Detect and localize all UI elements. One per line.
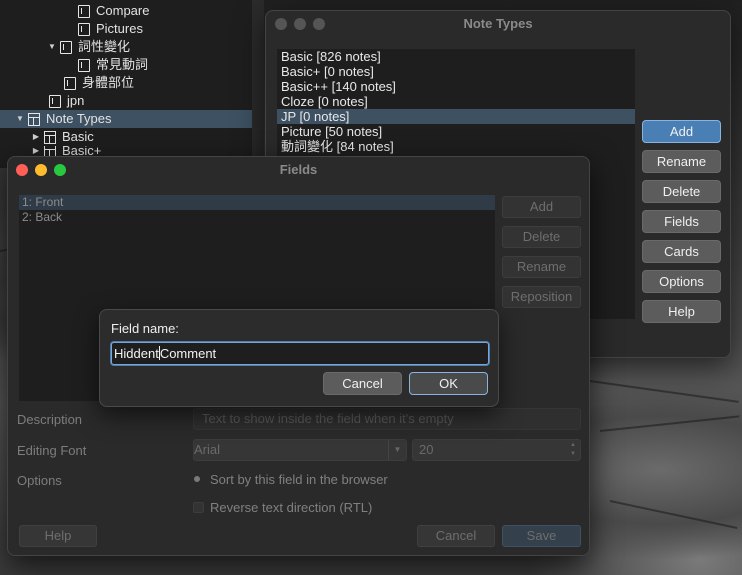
sort-field-label: Sort by this field in the browser (210, 472, 388, 487)
note-icon (78, 22, 90, 36)
help-button[interactable]: Help (642, 300, 721, 323)
tree-item-common-verbs[interactable]: 常見動詞 (78, 56, 148, 74)
collapse-triangle-icon[interactable]: ▼ (46, 38, 58, 56)
tree-item-label: 詞性變化 (78, 39, 131, 54)
font-select-value: Arial (194, 442, 221, 457)
window-title: Fields (279, 162, 318, 177)
ok-button[interactable]: OK (409, 372, 488, 395)
note-icon (64, 76, 76, 90)
options-label: Options (17, 473, 62, 488)
tree-item-basic-plus[interactable]: ▶ Basic+ (30, 146, 101, 156)
zoom-icon[interactable] (54, 164, 66, 176)
list-item[interactable]: Picture [50 notes] (277, 124, 635, 139)
list-item[interactable]: 2: Back (19, 210, 495, 225)
font-select[interactable]: Arial ▼ (193, 439, 407, 461)
field-name-input[interactable]: HiddentComment (111, 342, 489, 365)
tree-item-part-of-speech[interactable]: ▼ 詞性變化 (46, 38, 130, 56)
list-item-selected[interactable]: 1: Front (19, 195, 495, 210)
cancel-button[interactable]: Cancel (417, 525, 495, 547)
rename-button[interactable]: Rename (642, 150, 721, 173)
note-type-icon (28, 112, 40, 126)
help-button[interactable]: Help (19, 525, 97, 547)
save-button[interactable]: Save (502, 525, 581, 547)
tree-item-jpn[interactable]: jpn (49, 92, 84, 110)
list-item-selected[interactable]: JP [0 notes] (277, 109, 635, 124)
font-size-stepper[interactable]: 20 ▲ ▼ (412, 439, 581, 461)
delete-field-button[interactable]: Delete (502, 226, 581, 248)
minimize-icon[interactable] (35, 164, 47, 176)
list-item[interactable]: Cloze [0 notes] (277, 94, 635, 109)
list-item[interactable]: Basic+ [0 notes] (277, 64, 635, 79)
tree-item-pictures[interactable]: Pictures (78, 20, 143, 38)
reposition-field-button[interactable]: Reposition (502, 286, 581, 308)
tree-item-label: 身體部位 (82, 75, 135, 90)
tree-item-body-parts[interactable]: 身體部位 (64, 74, 134, 92)
rename-field-button[interactable]: Rename (502, 256, 581, 278)
stepper-arrows-icon: ▲ ▼ (570, 442, 576, 457)
minimize-icon[interactable] (294, 18, 306, 30)
note-icon (78, 58, 90, 72)
rtl-checkbox[interactable] (193, 502, 204, 513)
window-title: Note Types (463, 16, 533, 31)
chevron-down-icon: ▼ (388, 440, 406, 460)
rock-crack (599, 415, 740, 432)
browser-sidebar: Compare Pictures ▼ 詞性變化 常見動詞 身體部位 jpn ▼ … (0, 0, 264, 168)
tree-item-compare[interactable]: Compare (78, 2, 149, 20)
collapse-triangle-icon[interactable]: ▼ (14, 110, 26, 128)
list-item[interactable]: Basic++ [140 notes] (277, 79, 635, 94)
tree-item-label: Compare (96, 3, 150, 18)
cancel-button[interactable]: Cancel (323, 372, 402, 395)
cards-button[interactable]: Cards (642, 240, 721, 263)
rock-crack (609, 500, 738, 530)
tree-item-label: Basic+ (62, 146, 102, 156)
description-input[interactable]: Text to show inside the field when it's … (193, 408, 581, 430)
tree-item-basic[interactable]: ▶ Basic (30, 128, 94, 146)
note-icon (49, 94, 61, 108)
note-type-icon (44, 146, 56, 156)
zoom-icon[interactable] (313, 18, 325, 30)
close-icon[interactable] (275, 18, 287, 30)
options-button[interactable]: Options (642, 270, 721, 293)
delete-button[interactable]: Delete (642, 180, 721, 203)
tree-item-note-types[interactable]: ▼ Note Types (14, 110, 112, 128)
input-text-before-cursor: Hiddent (114, 346, 159, 361)
rtl-label: Reverse text direction (RTL) (210, 500, 373, 515)
font-size-value: 20 (419, 442, 434, 457)
list-item[interactable]: 動詞變化 [84 notes] (277, 139, 635, 154)
tree-item-label: Note Types (46, 111, 112, 126)
add-field-button[interactable]: Add (502, 196, 581, 218)
field-name-dialog: Field name: HiddentComment Cancel OK (99, 309, 499, 407)
sort-field-radio[interactable] (194, 476, 200, 482)
list-item[interactable]: Basic [826 notes] (277, 49, 635, 64)
close-icon[interactable] (16, 164, 28, 176)
description-label: Description (17, 412, 83, 427)
add-button[interactable]: Add (642, 120, 721, 143)
note-icon (78, 4, 90, 18)
note-icon (60, 40, 72, 54)
tree-item-label: jpn (67, 93, 85, 108)
expand-triangle-icon[interactable]: ▶ (30, 146, 42, 156)
scrollbar[interactable] (252, 0, 264, 168)
tree-item-label: 常見動詞 (96, 57, 149, 72)
tree-item-label: Pictures (96, 21, 143, 36)
tree-item-label: Basic (62, 129, 94, 144)
editing-font-label: Editing Font (17, 443, 87, 458)
note-type-icon (44, 130, 56, 144)
expand-triangle-icon[interactable]: ▶ (30, 128, 42, 146)
input-text-after-cursor: Comment (159, 346, 217, 361)
field-name-label: Field name: (111, 321, 179, 336)
rock-crack (589, 380, 739, 403)
fields-button[interactable]: Fields (642, 210, 721, 233)
